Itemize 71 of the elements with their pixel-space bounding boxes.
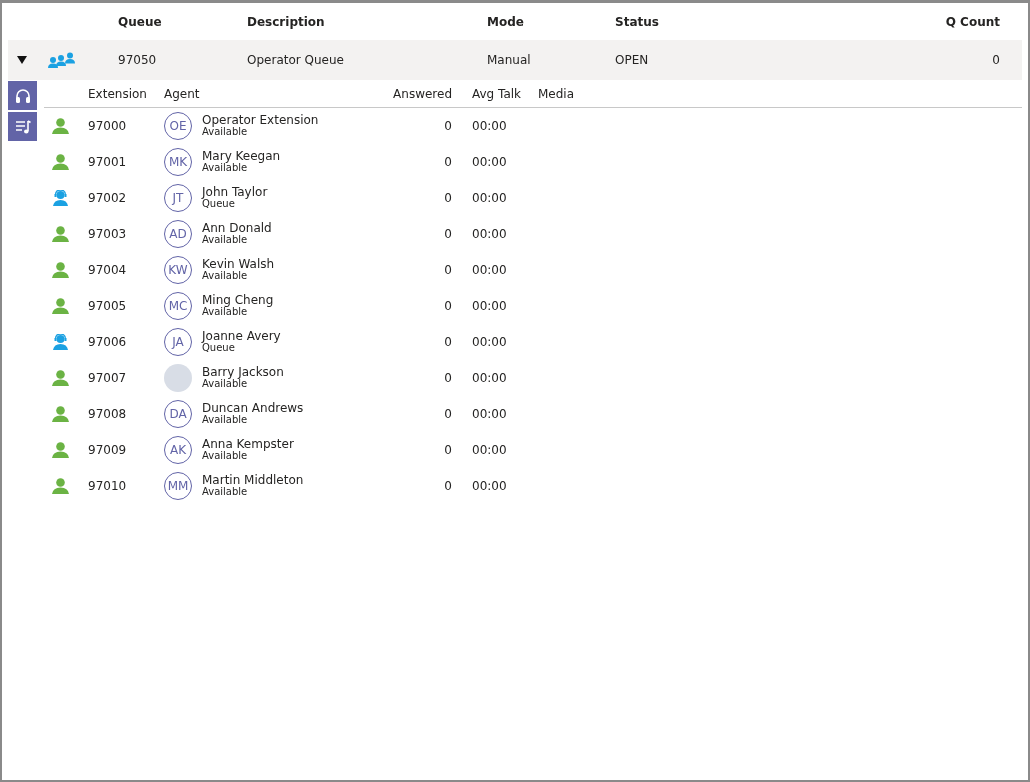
table-cell-text: 97006 xyxy=(88,335,128,349)
table-cell-text: 00:00 xyxy=(471,479,508,493)
agent-status: Available xyxy=(202,306,248,318)
column-header: Queue xyxy=(118,14,163,29)
column-header: Status xyxy=(615,14,660,29)
agent-status: Available xyxy=(202,450,248,462)
table-cell-text: 00:00 xyxy=(471,191,508,205)
table-cell-text: 97005 xyxy=(88,299,128,313)
table-cell-text: OPEN xyxy=(615,53,650,67)
table-cell-text: 0 xyxy=(443,155,452,169)
agent-name: Ann Donald xyxy=(202,222,273,234)
agent-status: Available xyxy=(202,270,249,282)
agent-name: John Taylor xyxy=(202,186,269,198)
agent-status: Available xyxy=(202,126,248,138)
column-header: Answered xyxy=(392,87,452,101)
table-cell-text: 97009 xyxy=(88,443,128,457)
agent-name: Mary Keegan xyxy=(202,150,282,162)
table-cell-text: 97008 xyxy=(88,407,128,421)
table-cell-text: 97000 xyxy=(88,119,128,133)
column-header: Avg Talk xyxy=(471,87,523,101)
table-cell-text: 0 xyxy=(443,479,452,493)
table-cell-text: 0 xyxy=(443,119,452,133)
table-cell-text: 97001 xyxy=(88,155,128,169)
table-cell-text: 00:00 xyxy=(471,227,508,241)
table-cell-text: 0 xyxy=(443,407,452,421)
column-header: Agent xyxy=(164,87,201,101)
table-cell-text: Manual xyxy=(487,53,532,67)
table-cell-text: 00:00 xyxy=(471,407,508,421)
table-cell-text: Operator Queue xyxy=(247,53,345,67)
table-cell-text: 00:00 xyxy=(471,155,508,169)
agent-status: Available xyxy=(202,378,248,390)
column-header: Description xyxy=(247,14,326,29)
agent-status: Available xyxy=(202,162,248,174)
column-header: Extension xyxy=(88,87,148,101)
table-cell-text: 0 xyxy=(443,371,452,385)
agent-status: Available xyxy=(202,414,249,426)
column-header: Q Count xyxy=(944,14,1000,29)
table-cell-text: 00:00 xyxy=(471,263,508,277)
table-cell-text: 0 xyxy=(443,263,452,277)
table-cell-text: 0 xyxy=(443,227,452,241)
table-cell-text: 97007 xyxy=(88,371,128,385)
table-cell-text: 00:00 xyxy=(471,299,508,313)
table-cell-text: 97003 xyxy=(88,227,128,241)
agent-name: Anna Kempster xyxy=(202,438,295,450)
table-cell-text: 00:00 xyxy=(471,335,508,349)
column-header: Media xyxy=(537,87,576,101)
agent-name: Operator Extension xyxy=(202,114,320,126)
agent-status: Queue xyxy=(202,198,235,210)
agent-status: Available xyxy=(202,234,249,246)
agent-name: Duncan Andrews xyxy=(202,402,305,414)
queue-row[interactable]: 97050 Operator Queue Manual OPEN 0 xyxy=(8,40,1022,80)
table-cell-text: 0 xyxy=(991,53,1000,67)
table-cell-text: 0 xyxy=(443,443,452,457)
agent-status: Queue xyxy=(202,342,235,354)
table-cell-text: 0 xyxy=(443,335,452,349)
table-cell-text: 00:00 xyxy=(471,371,508,385)
agent-status: Available xyxy=(202,486,249,498)
column-header: Mode xyxy=(487,14,525,29)
agent-name: Ming Cheng xyxy=(202,294,275,306)
table-cell-text: 97050 xyxy=(118,53,158,67)
table-cell-text: 97002 xyxy=(88,191,128,205)
table-cell-text: 0 xyxy=(443,191,452,205)
agent-name: Martin Middleton xyxy=(202,474,305,486)
agent-name: Joanne Avery xyxy=(202,330,282,342)
agent-name: Kevin Walsh xyxy=(202,258,276,270)
table-cell-text: 00:00 xyxy=(471,119,508,133)
agent-name: Barry Jackson xyxy=(202,366,285,378)
table-cell-text: 97010 xyxy=(88,479,128,493)
table-cell-text: 0 xyxy=(443,299,452,313)
table-cell-text: 97004 xyxy=(88,263,128,277)
table-cell-text: 00:00 xyxy=(471,443,508,457)
